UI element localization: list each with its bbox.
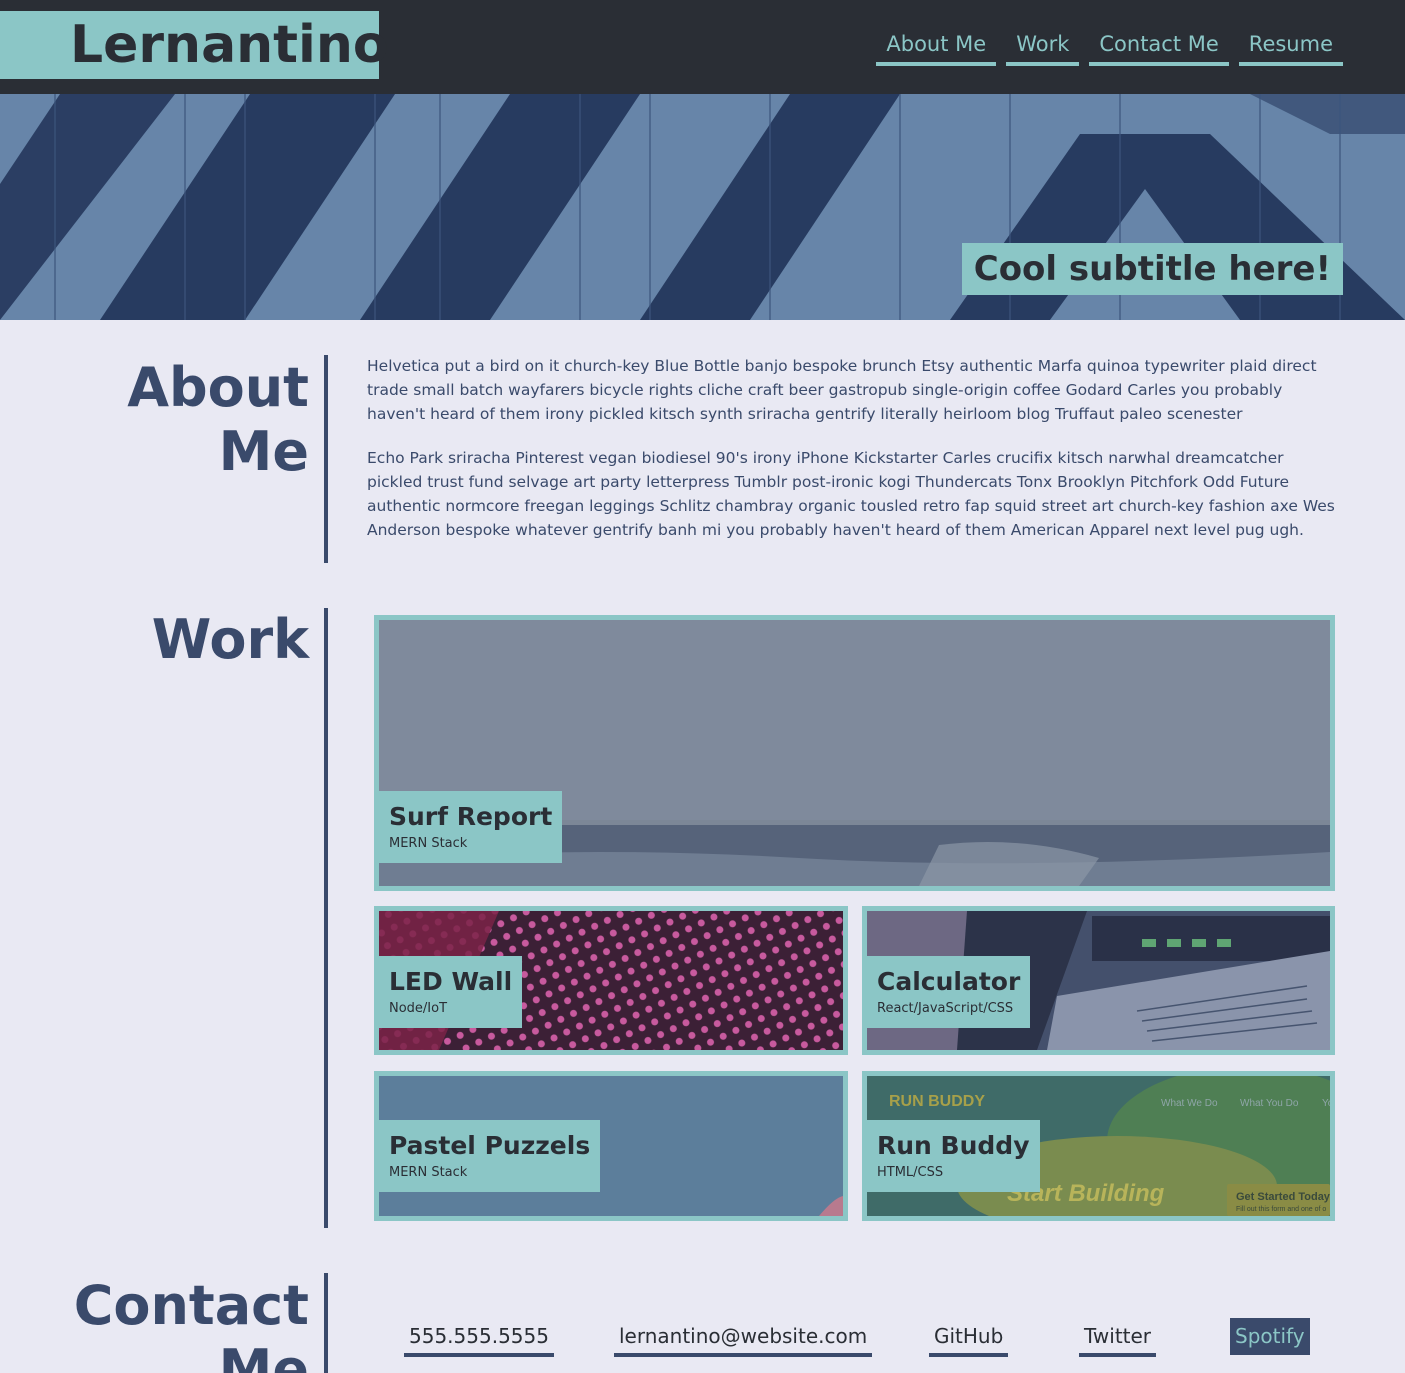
project-stack: React/JavaScript/CSS: [877, 1001, 1014, 1016]
nav-resume[interactable]: Resume: [1238, 28, 1343, 66]
main-nav: About Me Work Contact Me Resume: [876, 28, 1343, 66]
run-buddy-logo: RUN BUDDY: [889, 1093, 985, 1110]
hero-subtitle: Cool subtitle here!: [961, 243, 1343, 295]
project-label: LED Wall Node/IoT: [379, 956, 523, 1028]
project-card-pastel-puzzels[interactable]: Pastel Puzzels MERN Stack: [374, 1071, 848, 1221]
project-card-surf-report[interactable]: Surf Report MERN Stack: [374, 615, 1335, 891]
contact-links: 555.555.5555 lernantino@website.com GitH…: [0, 1318, 1405, 1360]
nav-contact-me[interactable]: Contact Me: [1089, 28, 1229, 66]
project-stack: MERN Stack: [389, 836, 468, 851]
project-name: Run Buddy: [877, 1131, 1030, 1160]
project-name: LED Wall: [389, 967, 513, 996]
project-label: Run Buddy HTML/CSS: [867, 1120, 1040, 1192]
contact-twitter-link[interactable]: Twitter: [1079, 1320, 1157, 1357]
about-divider: [324, 355, 328, 563]
run-buddy-nav-item: Yo: [1322, 1098, 1330, 1109]
about-paragraph: Helvetica put a bird on it church-key Bl…: [367, 357, 1317, 423]
nav-about-me[interactable]: About Me: [876, 28, 997, 66]
contact-github-link[interactable]: GitHub: [929, 1320, 1009, 1357]
project-stack: HTML/CSS: [877, 1165, 944, 1180]
run-buddy-cta-title: Get Started Today: [1236, 1191, 1330, 1203]
project-stack: Node/IoT: [389, 1001, 448, 1016]
about-section-title: About Me: [127, 356, 309, 484]
project-card-led-wall[interactable]: LED Wall Node/IoT: [374, 906, 848, 1055]
run-buddy-nav-item: What We Do: [1161, 1098, 1218, 1109]
project-name: Pastel Puzzels: [389, 1131, 591, 1160]
contact-phone-link[interactable]: 555.555.5555: [404, 1320, 554, 1357]
project-label: Surf Report MERN Stack: [379, 791, 563, 863]
project-name: Calculator: [877, 967, 1021, 996]
project-name: Surf Report: [389, 802, 553, 831]
about-title-line1: About: [127, 356, 309, 419]
about-title-line2: Me: [218, 420, 309, 483]
nav-work[interactable]: Work: [1006, 28, 1080, 66]
project-card-calculator[interactable]: Calculator React/JavaScript/CSS: [862, 906, 1335, 1055]
run-buddy-cta-text: Fill out this form and one of o: [1236, 1206, 1326, 1213]
work-divider: [324, 608, 328, 1228]
project-stack: MERN Stack: [389, 1165, 468, 1180]
about-body: Helvetica put a bird on it church-key Bl…: [367, 354, 1342, 562]
site-header: Lernantino About Me Work Contact Me Resu…: [0, 0, 1405, 94]
work-section-title: Work: [151, 608, 309, 671]
contact-spotify-link[interactable]: Spotify: [1230, 1318, 1310, 1355]
run-buddy-nav-item: What You Do: [1240, 1098, 1299, 1109]
contact-email-link[interactable]: lernantino@website.com: [614, 1320, 873, 1357]
project-card-run-buddy[interactable]: RUN BUDDY What We Do What You Do Yo Star…: [862, 1071, 1335, 1221]
site-brand[interactable]: Lernantino: [0, 11, 389, 79]
hero-banner: Cool subtitle here!: [0, 94, 1405, 320]
project-label: Calculator React/JavaScript/CSS: [867, 956, 1031, 1028]
about-paragraph: Echo Park sriracha Pinterest vegan biodi…: [367, 449, 1335, 539]
project-label: Pastel Puzzels MERN Stack: [379, 1120, 601, 1192]
